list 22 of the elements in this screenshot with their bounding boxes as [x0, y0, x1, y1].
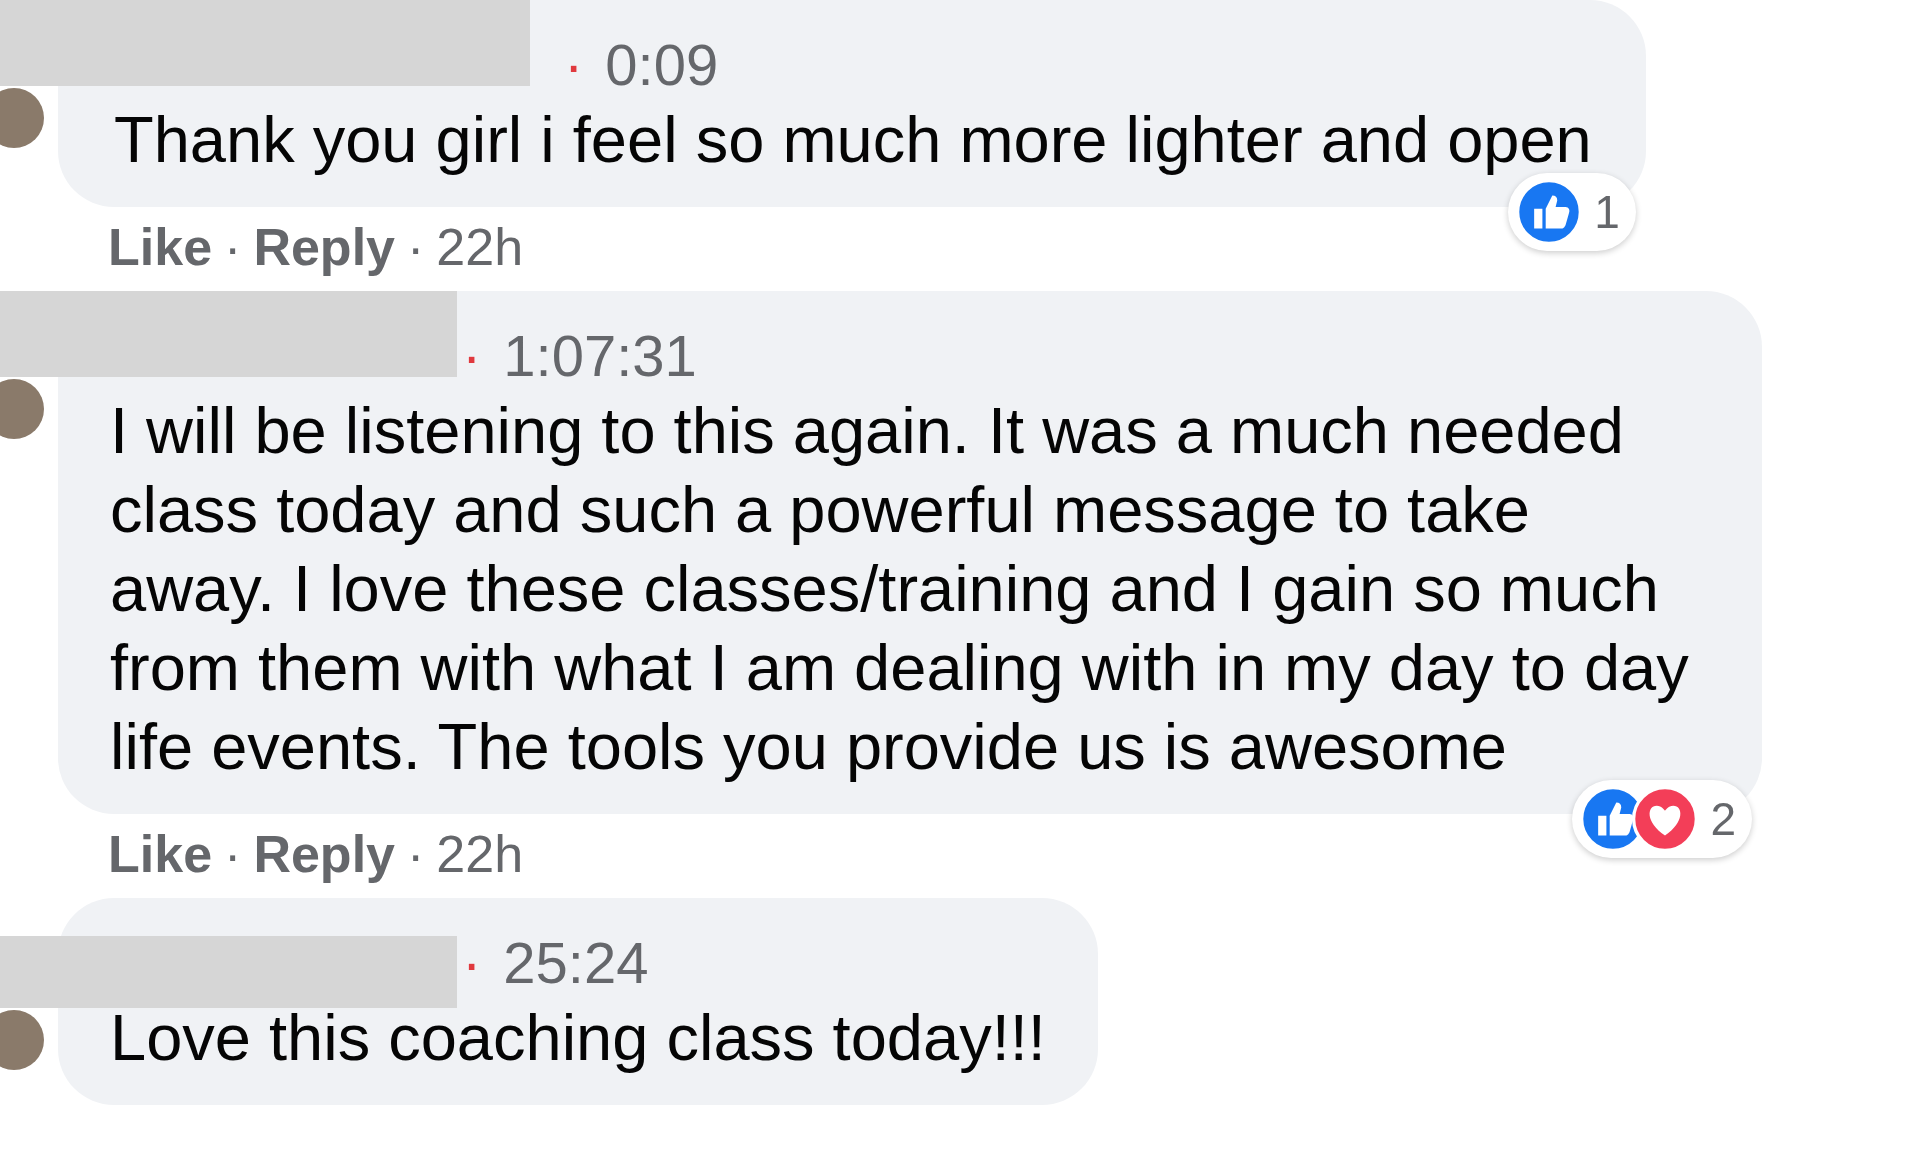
avatar[interactable] [0, 379, 44, 439]
comment-age[interactable]: 22h [436, 217, 524, 277]
separator-dot: · [407, 824, 425, 884]
avatar[interactable] [0, 1010, 44, 1070]
separator-dot: · [224, 824, 242, 884]
reply-link[interactable]: Reply [253, 217, 395, 277]
reaction-badge[interactable]: 1 [1508, 173, 1636, 251]
comment-text: Love this coaching class today!!! [110, 1000, 1046, 1076]
like-link[interactable]: Like [108, 217, 213, 277]
separator-dot: · [462, 929, 482, 997]
separator-dot: · [462, 322, 482, 390]
timestamp-link[interactable]: 25:24 [503, 928, 649, 998]
reaction-badge[interactable]: 2 [1572, 780, 1752, 858]
comment-age[interactable]: 22h [436, 824, 524, 884]
separator-dot: · [564, 31, 584, 99]
like-link[interactable]: Like [108, 824, 213, 884]
separator-dot: · [407, 217, 425, 277]
reply-link[interactable]: Reply [253, 824, 395, 884]
separator-dot: · [224, 217, 242, 277]
timestamp-link[interactable]: 0:09 [605, 30, 719, 100]
timestamp-link[interactable]: 1:07:31 [503, 321, 697, 391]
avatar[interactable] [0, 88, 44, 148]
